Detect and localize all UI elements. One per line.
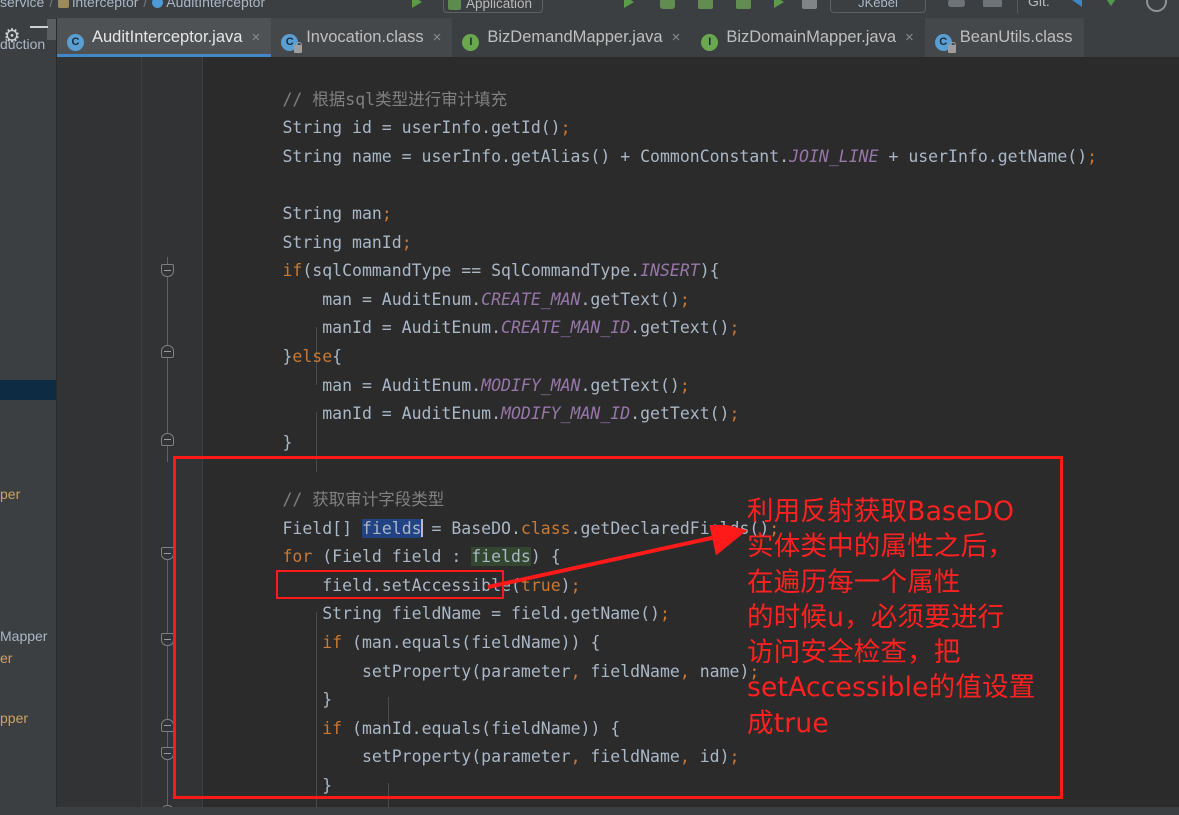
layout-icon[interactable] xyxy=(983,0,1002,7)
tab-beanutils[interactable]: C BeanUtils.class xyxy=(924,18,1084,57)
fold-marker-collapse-icon[interactable] xyxy=(161,433,174,446)
project-tree[interactable]: duction per Mapper er pper xyxy=(0,36,57,815)
commit-icon[interactable] xyxy=(1104,0,1118,6)
fold-region-line xyxy=(167,547,168,815)
fold-marker-collapse-icon[interactable] xyxy=(161,547,174,560)
tab-label: AuditInterceptor.java xyxy=(92,28,243,46)
run-with-coverage-icon[interactable] xyxy=(698,0,713,9)
tab-auditinterceptor[interactable]: C AuditInterceptor.java × xyxy=(57,18,272,57)
line-number-gutter xyxy=(57,57,113,815)
stop-icon[interactable] xyxy=(802,0,817,9)
project-tool-window[interactable]: duction per Mapper er pper xyxy=(0,18,57,815)
minimize-icon[interactable] xyxy=(30,26,48,28)
tab-bizdemandmapper[interactable]: I BizDemandMapper.java × xyxy=(452,18,691,57)
breadcrumb-item-auditinterceptor[interactable]: AuditInterceptor xyxy=(166,0,265,10)
breadcrumb-separator: / xyxy=(143,0,148,10)
code-line[interactable] xyxy=(203,457,1179,486)
tab-label: BizDemandMapper.java xyxy=(487,28,663,46)
close-icon[interactable]: × xyxy=(433,19,442,57)
status-bar xyxy=(0,807,1179,815)
tab-label: BizDomainMapper.java xyxy=(726,28,896,46)
gutter-divider xyxy=(141,57,142,815)
class-icon: C xyxy=(934,34,956,53)
update-project-icon[interactable] xyxy=(1072,0,1082,7)
debug-icon[interactable] xyxy=(660,0,675,9)
code-line[interactable]: } xyxy=(203,772,1179,801)
fold-marker-collapse-icon[interactable] xyxy=(161,345,174,358)
code-line[interactable]: man = AuditEnum.MODIFY_MAN.getText(); xyxy=(203,372,1179,401)
close-icon[interactable]: × xyxy=(672,19,681,57)
annotation-arrow-icon xyxy=(487,525,748,589)
class-icon: C xyxy=(281,34,303,53)
rerun-icon[interactable] xyxy=(774,0,784,8)
code-line[interactable]: String manId; xyxy=(203,229,1179,258)
breadcrumb-item-service[interactable]: service xyxy=(0,0,44,10)
project-tree-node[interactable]: per xyxy=(0,484,57,504)
code-line[interactable]: }else{ xyxy=(203,343,1179,372)
code-line[interactable]: manId = AuditEnum.MODIFY_MAN_ID.getText(… xyxy=(203,400,1179,429)
code-line[interactable]: // 根据sql类型进行审计填充 xyxy=(203,86,1179,115)
lock-icon xyxy=(294,42,303,53)
interface-icon: I xyxy=(701,34,719,51)
breadcrumb-item-interceptor[interactable]: interceptor xyxy=(72,0,138,10)
idea-window: service / interceptor / AuditInterceptor App… xyxy=(0,0,1179,815)
close-icon[interactable]: × xyxy=(251,19,260,57)
code-line[interactable] xyxy=(203,171,1179,200)
code-line[interactable]: String man; xyxy=(203,200,1179,229)
annotation-text: 利用反射获取BaseDO 实体类中的属性之后， 在遍历每一个属性 的时候u，必须… xyxy=(747,496,1036,739)
code-line[interactable]: manId = AuditEnum.CREATE_MAN_ID.getText(… xyxy=(203,314,1179,343)
fold-marker-collapse-icon[interactable] xyxy=(161,264,174,277)
run-dropdown-arrow-icon[interactable] xyxy=(412,0,422,8)
code-line[interactable]: setProperty(parameter, fieldName, id); xyxy=(203,743,1179,772)
profiler-icon[interactable] xyxy=(736,0,751,9)
tab-invocation[interactable]: C Invocation.class × xyxy=(271,18,453,57)
icon-gutter[interactable] xyxy=(113,57,203,815)
code-line[interactable]: man = AuditEnum.CREATE_MAN.getText(); xyxy=(203,286,1179,315)
tab-label: BeanUtils.class xyxy=(959,28,1073,46)
breadcrumb[interactable]: service / interceptor / AuditInterceptor xyxy=(0,0,265,10)
interface-icon: I xyxy=(462,34,480,51)
fold-marker-collapse-icon[interactable] xyxy=(161,747,174,760)
breadcrumb-separator: / xyxy=(49,0,54,10)
search-everywhere-field[interactable]: JKebei xyxy=(830,0,926,13)
run-configuration-selector[interactable]: Application xyxy=(443,0,544,13)
git-label: Git: xyxy=(1028,0,1050,9)
project-tree-node[interactable]: Mapper xyxy=(0,626,57,646)
tab-bizdomainmapper[interactable]: I BizDomainMapper.java × xyxy=(691,18,924,57)
toolbar-divider xyxy=(1017,0,1018,13)
code-line[interactable]: if(sqlCommandType == SqlCommandType.INSE… xyxy=(203,257,1179,286)
main-toolbar: service / interceptor / AuditInterceptor App… xyxy=(0,0,1179,18)
class-icon: C xyxy=(67,34,84,51)
editor-tab-bar[interactable]: C AuditInterceptor.java × C Invocation.clas… xyxy=(57,18,1179,57)
fold-marker-collapse-icon[interactable] xyxy=(161,719,174,732)
fold-marker-collapse-icon[interactable] xyxy=(161,633,174,646)
code-line[interactable]: } xyxy=(203,429,1179,458)
run-icon[interactable] xyxy=(624,0,634,8)
code-line[interactable]: String id = userInfo.getId(); xyxy=(203,114,1179,143)
tab-label: Invocation.class xyxy=(306,28,424,46)
code-line[interactable] xyxy=(203,57,1179,86)
lock-icon xyxy=(947,42,956,53)
class-icon xyxy=(152,0,164,8)
code-line[interactable]: String name = userInfo.getAlias() + Comm… xyxy=(203,143,1179,172)
avatar-icon[interactable] xyxy=(948,0,965,7)
annotation-highlight-rectangle xyxy=(276,570,504,599)
project-tree-node[interactable]: er xyxy=(0,648,57,668)
gear-icon[interactable]: ⚙ xyxy=(2,26,22,46)
refresh-icon[interactable] xyxy=(1146,0,1167,12)
package-icon xyxy=(58,0,70,8)
project-tree-node[interactable]: pper xyxy=(0,708,57,728)
project-tree-node-selected[interactable] xyxy=(0,380,57,400)
close-icon[interactable]: × xyxy=(905,19,914,57)
